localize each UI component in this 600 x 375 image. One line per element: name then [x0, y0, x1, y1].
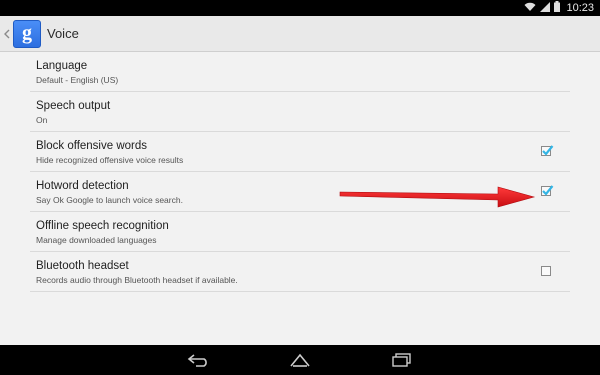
status-bar: 10:23 — [0, 0, 600, 16]
google-app-icon[interactable]: g — [13, 19, 41, 48]
pref-title: Hotword detection — [36, 180, 129, 192]
block-offensive-words-checkbox[interactable] — [541, 145, 554, 156]
pref-item-offline-speech-recognition[interactable]: Offline speech recognition Manage downloa… — [30, 212, 570, 252]
wifi-icon — [524, 0, 536, 17]
pref-title: Speech output — [36, 100, 111, 112]
page-title: Voice — [47, 26, 79, 41]
pref-summary: Default - English (US) — [36, 75, 119, 85]
pref-summary: On — [36, 115, 48, 125]
action-bar: g Voice — [0, 16, 600, 52]
recents-icon[interactable] — [390, 352, 414, 368]
red-arrow-annotation — [339, 186, 536, 208]
pref-summary: Hide recognized offensive voice results — [36, 155, 184, 165]
app-icon-letter: g — [22, 22, 32, 44]
pref-item-language[interactable]: Language Default - English (US) — [30, 52, 570, 92]
pref-item-bluetooth-headset[interactable]: Bluetooth headset Records audio through B… — [30, 252, 570, 292]
preference-list: Language Default - English (US) Speech out… — [30, 52, 570, 292]
status-time: 10:23 — [566, 2, 594, 14]
hotword-detection-checkbox[interactable] — [541, 185, 554, 196]
up-caret-icon[interactable] — [2, 29, 12, 39]
pref-title: Language — [36, 60, 88, 72]
back-icon[interactable] — [187, 352, 211, 368]
status-icons: 10:23 — [524, 0, 594, 16]
pref-item-speech-output[interactable]: Speech output On — [30, 92, 570, 132]
pref-summary: Say Ok Google to launch voice search. — [36, 195, 183, 205]
navigation-bar — [0, 345, 600, 375]
pref-title: Bluetooth headset — [36, 260, 129, 272]
pref-title: Offline speech recognition — [36, 220, 169, 232]
pref-summary: Records audio through Bluetooth headset … — [36, 275, 238, 285]
bluetooth-headset-checkbox[interactable] — [541, 266, 551, 276]
settings-screen: g Voice Language Default - English (US) Sp… — [0, 16, 600, 345]
battery-icon — [554, 0, 561, 17]
pref-summary: Manage downloaded languages — [36, 235, 157, 245]
home-icon[interactable] — [288, 352, 312, 368]
pref-item-block-offensive-words[interactable]: Block offensive words Hide recognized off… — [30, 132, 570, 172]
signal-icon — [540, 0, 551, 17]
pref-title: Block offensive words — [36, 140, 148, 152]
